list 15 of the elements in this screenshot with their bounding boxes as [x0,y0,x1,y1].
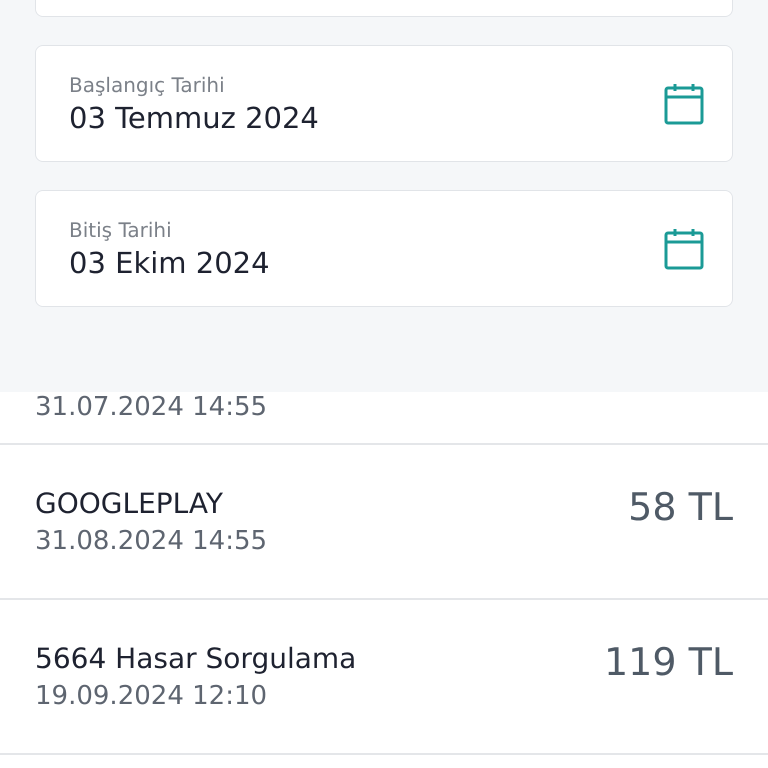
transaction-date: 31.08.2024 14:55 [35,526,268,556]
field-value: 03 Ekim 2024 [69,246,271,280]
field-label: Bitiş Tarihi [69,218,173,242]
transaction-name: GOOGLEPLAY [35,487,224,520]
date-field[interactable]: Bitiş Tarihi 03 Ekim 2024 [35,190,733,307]
transaction-date: 19.09.2024 12:10 [35,681,268,711]
date-field[interactable]: Başlangıç Tarihi 03 Temmuz 2024 [35,45,733,162]
field-label: Başlangıç Tarihi [69,72,226,96]
transaction-amount: 58 TL [628,484,733,528]
transaction-date: 31.07.2024 14:55 [35,392,268,422]
field-value: 03 Temmuz 2024 [69,100,320,134]
calendar-icon [664,82,704,124]
transaction-name: 5664 Hasar Sorgulama [35,642,358,675]
calendar-icon [664,228,704,270]
transaction-amount: 119 TL [604,640,733,684]
